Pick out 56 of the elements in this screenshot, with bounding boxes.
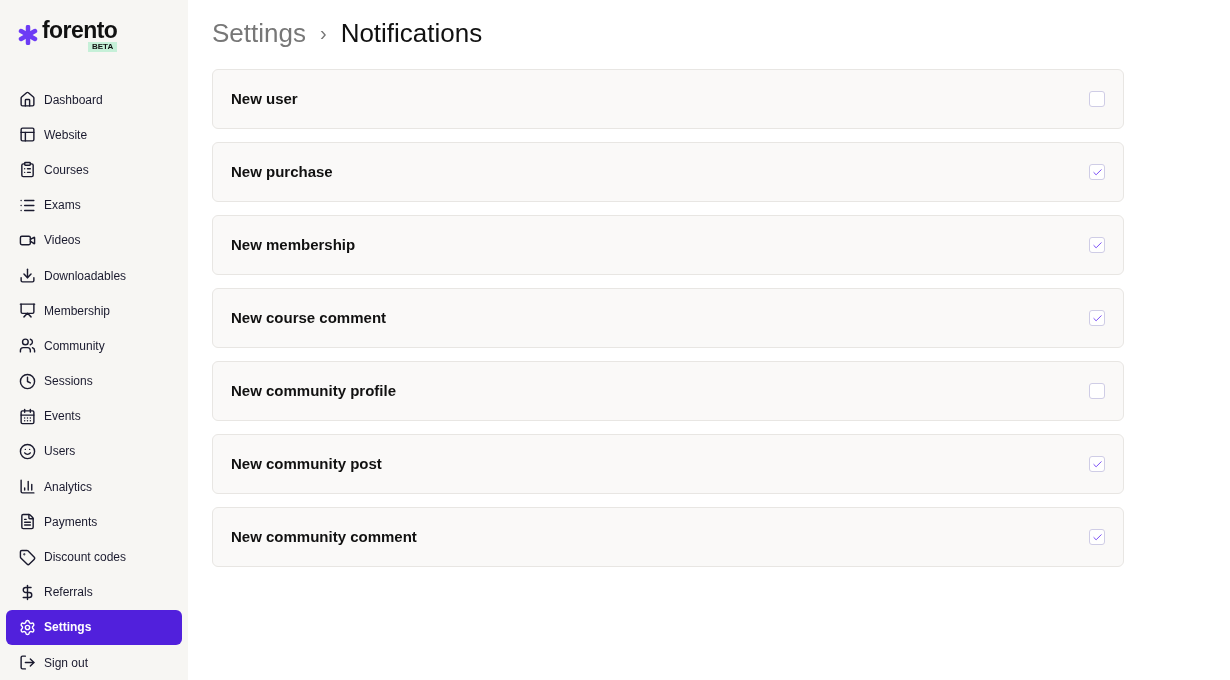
bar-chart-icon [19, 478, 36, 496]
checkbox[interactable] [1089, 456, 1105, 472]
check-icon [1091, 312, 1103, 324]
logo-wordmark: forento [42, 18, 118, 42]
calendar-icon [19, 407, 36, 425]
breadcrumb-separator: › [319, 21, 327, 46]
download-icon [19, 267, 36, 285]
sign-out-icon [19, 654, 36, 672]
notification-label: New membership [231, 234, 356, 255]
checkbox[interactable] [1089, 91, 1105, 107]
check-icon [1091, 239, 1103, 251]
checkbox[interactable] [1089, 164, 1105, 180]
page-title: Notifications [340, 16, 483, 50]
face-icon [19, 442, 36, 460]
notification-label: New community profile [231, 380, 397, 401]
browser-window-icon [19, 126, 36, 144]
notification-label: New course comment [231, 307, 387, 328]
sidebar-item[interactable]: Membership [6, 293, 182, 329]
sidebar-item[interactable]: Courses [6, 152, 182, 188]
sidebar-item[interactable]: Exams [6, 187, 182, 223]
clipboard-icon [19, 161, 36, 179]
sidebar-item[interactable]: Website [6, 117, 182, 153]
breadcrumb-link[interactable]: Settings [212, 13, 306, 53]
check-icon [1091, 458, 1103, 470]
sidebar-item[interactable]: Users [6, 433, 182, 470]
document-icon [19, 513, 36, 531]
sidebar-item[interactable]: Sign out [6, 645, 182, 680]
check-icon [1091, 531, 1103, 543]
checkbox[interactable] [1089, 310, 1105, 326]
notification-label: New purchase [231, 161, 333, 182]
tag-icon [19, 548, 36, 566]
board-icon [19, 302, 36, 320]
sidebar-item[interactable]: Community [6, 328, 182, 364]
sidebar-item[interactable]: Settings [6, 609, 182, 645]
notification-label: New community comment [231, 526, 417, 547]
sidebar-item[interactable]: Analytics [6, 469, 182, 505]
clock-icon [19, 372, 36, 390]
people-icon [19, 337, 36, 355]
sidebar-item[interactable]: Dashboard [6, 82, 182, 118]
sidebar-item[interactable]: Downloadables [6, 257, 182, 294]
check-icon [1091, 166, 1103, 178]
house-icon [19, 91, 36, 109]
sidebar-item[interactable]: Payments [6, 504, 182, 540]
sidebar-item[interactable]: Sessions [6, 363, 182, 399]
checkbox[interactable] [1089, 529, 1105, 545]
notification-label: New community post [231, 453, 382, 474]
settings-icon [19, 618, 36, 636]
checkbox[interactable] [1089, 237, 1105, 253]
logo-icon [18, 25, 38, 45]
sidebar-item[interactable]: Referrals [6, 574, 182, 610]
checkbox[interactable] [1089, 383, 1105, 399]
sidebar-item[interactable]: Videos [6, 222, 182, 258]
beta-badge: BETA [88, 42, 118, 52]
sidebar-item[interactable]: Events [6, 398, 182, 434]
sidebar-item[interactable]: Discount codes [6, 539, 182, 575]
notification-label: New user [231, 88, 298, 109]
